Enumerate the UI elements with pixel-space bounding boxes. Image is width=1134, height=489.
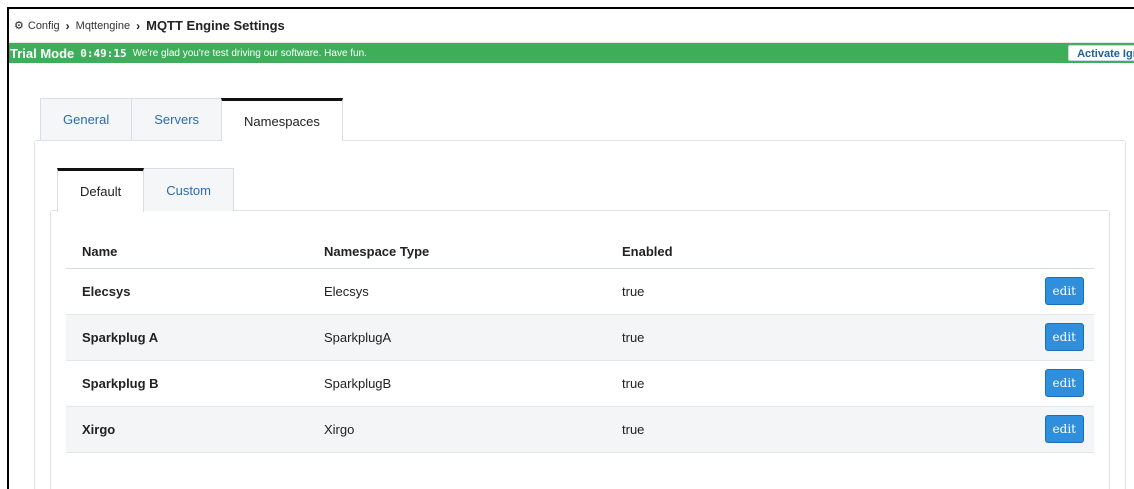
row-enabled: true (606, 314, 1006, 361)
tab-custom[interactable]: Custom (143, 168, 234, 211)
table-row: Elecsys Elecsys true edit (66, 268, 1094, 315)
row-name: Sparkplug B (66, 360, 308, 407)
row-action: edit (1006, 314, 1094, 361)
edit-button[interactable]: edit (1044, 277, 1084, 305)
row-action: edit (1006, 360, 1094, 407)
namespaces-table: Name Namespace Type Enabled Elecsys Elec… (66, 236, 1094, 453)
gear-icon: ⚙ (14, 20, 24, 32)
chevron-right-icon: › (136, 18, 141, 33)
breadcrumb-config[interactable]: Config (28, 20, 60, 32)
row-name: Elecsys (66, 268, 308, 315)
breadcrumb-mqttengine[interactable]: Mqttengine (76, 20, 130, 32)
trial-mode-label: Trial Mode (10, 45, 75, 61)
table-header-row: Name Namespace Type Enabled (66, 236, 1094, 269)
row-enabled: true (606, 268, 1006, 315)
trial-banner: Trial Mode 0:49:15 We're glad you're tes… (9, 43, 1134, 63)
row-type: Elecsys (308, 268, 606, 315)
row-name: Sparkplug A (66, 314, 308, 361)
table-row: Xirgo Xirgo true edit (66, 406, 1094, 453)
trial-timer: 0:49:15 (80, 46, 127, 60)
settings-tabs: General Servers Namespaces (40, 98, 343, 141)
row-enabled: true (606, 360, 1006, 407)
tab-namespaces[interactable]: Namespaces (221, 98, 343, 141)
table-row: Sparkplug A SparkplugA true edit (66, 314, 1094, 361)
table-row: Sparkplug B SparkplugB true edit (66, 360, 1094, 407)
trial-message: We're glad you're test driving our softw… (132, 47, 367, 59)
row-action: edit (1006, 406, 1094, 453)
namespace-subtabs: Default Custom (57, 168, 234, 212)
row-type: Xirgo (308, 406, 606, 453)
activate-button[interactable]: Activate Igr (1068, 45, 1134, 61)
row-name: Xirgo (66, 406, 308, 453)
tab-general[interactable]: General (40, 98, 133, 140)
tab-servers[interactable]: Servers (131, 98, 223, 140)
row-type: SparkplugB (308, 360, 606, 407)
edit-button[interactable]: edit (1044, 323, 1084, 351)
page-title: MQTT Engine Settings (146, 18, 285, 33)
row-type: SparkplugA (308, 314, 606, 361)
edit-button[interactable]: edit (1044, 415, 1084, 443)
header-namespace-type: Namespace Type (308, 236, 606, 269)
row-enabled: true (606, 406, 1006, 453)
edit-button[interactable]: edit (1044, 369, 1084, 397)
header-enabled: Enabled (606, 236, 1006, 269)
header-name: Name (66, 236, 308, 269)
tab-default[interactable]: Default (57, 168, 145, 212)
chevron-right-icon: › (65, 18, 70, 33)
row-action: edit (1006, 268, 1094, 315)
header-actions (1006, 236, 1094, 269)
breadcrumb: ⚙ Config › Mqttengine › MQTT Engine Sett… (9, 9, 1134, 43)
